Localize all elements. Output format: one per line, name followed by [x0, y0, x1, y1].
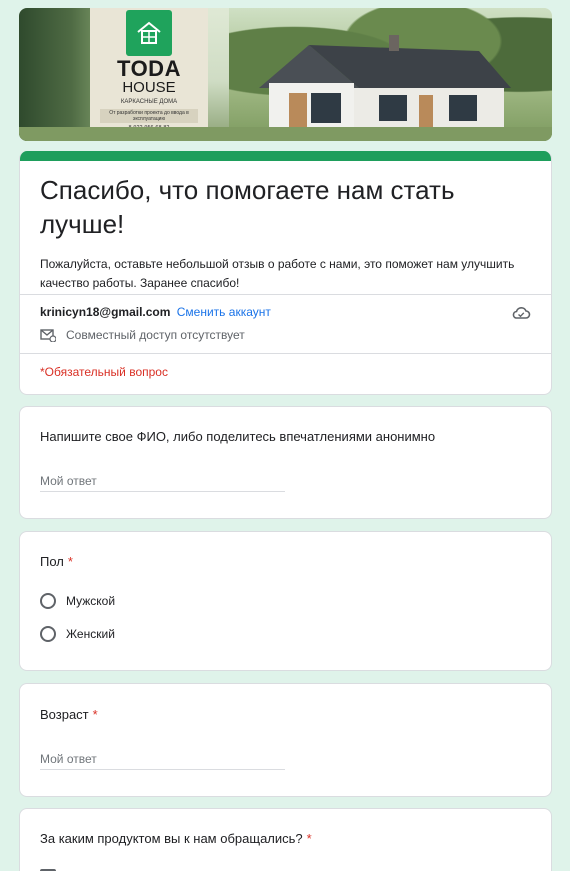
cloud-saved-icon	[512, 307, 531, 319]
trees-left-decoration	[19, 8, 94, 141]
account-row: krinicyn18@gmail.com Сменить аккаунт	[40, 305, 271, 319]
radio-option-female[interactable]: Женский	[40, 626, 115, 642]
logo-title: TODA	[117, 56, 181, 81]
house-logo-icon	[126, 10, 172, 56]
account-email: krinicyn18@gmail.com	[40, 305, 171, 319]
logo-subtitle: HOUSE	[122, 79, 176, 96]
radio-button[interactable]	[40, 593, 56, 609]
sharing-status-text: Совместный доступ отсутствует	[66, 328, 245, 342]
radio-button[interactable]	[40, 626, 56, 642]
sharing-status-row: Совместный доступ отсутствует	[40, 328, 245, 342]
divider	[20, 353, 551, 354]
question-card-gender: Пол * Мужской Женский	[19, 531, 552, 671]
required-note: *Обязательный вопрос	[40, 365, 168, 379]
question-card-product: За каким продуктом вы к нам обращались? *	[19, 808, 552, 871]
age-answer-input[interactable]	[40, 748, 285, 770]
logo-note: От разработки проекта до ввода в эксплуа…	[100, 109, 198, 123]
question-title: Возраст *	[40, 707, 98, 722]
no-share-mail-icon	[40, 329, 56, 342]
header-banner-image: TODA HOUSE КАРКАСНЫЕ ДОМА От разработки …	[19, 8, 552, 141]
logo-tagline: КАРКАСНЫЕ ДОМА	[120, 99, 178, 105]
switch-account-link[interactable]: Сменить аккаунт	[177, 305, 271, 319]
house-illustration	[259, 35, 511, 131]
question-title: Пол *	[40, 554, 73, 569]
form-title: Спасибо, что помогаете нам стать лучше!	[40, 175, 455, 239]
question-title: За каким продуктом вы к нам обращались? *	[40, 831, 312, 846]
accent-strip	[20, 151, 551, 161]
form-header-card: Спасибо, что помогаете нам стать лучше! …	[19, 151, 552, 395]
question-card-age: Возраст *	[19, 683, 552, 797]
question-card-name: Напишите свое ФИО, либо поделитесь впеча…	[19, 406, 552, 519]
required-star: *	[67, 554, 73, 569]
required-star: *	[92, 707, 98, 722]
question-title: Напишите свое ФИО, либо поделитесь впеча…	[40, 429, 436, 444]
radio-label: Мужской	[66, 594, 116, 608]
name-answer-input[interactable]	[40, 470, 285, 492]
question-title-text: За каким продуктом вы к нам обращались?	[40, 831, 303, 846]
required-star: *	[306, 831, 312, 846]
divider	[20, 294, 551, 295]
question-title-text: Возраст	[40, 707, 89, 722]
radio-option-male[interactable]: Мужской	[40, 593, 115, 609]
lawn-decoration	[19, 127, 552, 141]
form-description: Пожалуйста, оставьте небольшой отзыв о р…	[40, 257, 515, 290]
question-title-text: Пол	[40, 554, 64, 569]
brand-logo: TODA HOUSE КАРКАСНЫЕ ДОМА От разработки …	[90, 8, 208, 141]
radio-label: Женский	[66, 627, 115, 641]
